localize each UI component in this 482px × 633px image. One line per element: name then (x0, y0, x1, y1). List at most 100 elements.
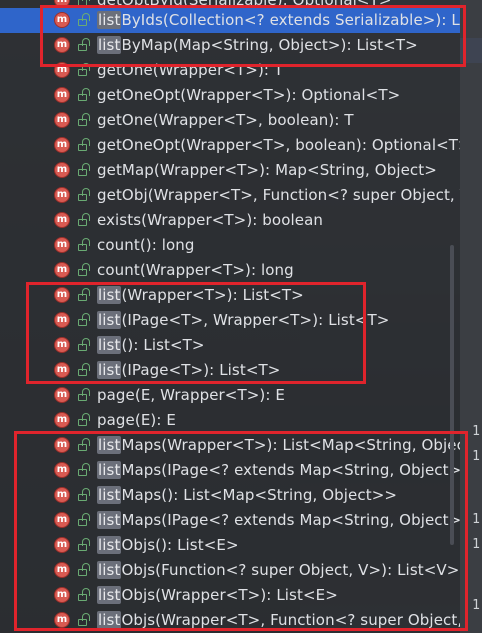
method-icon: m (54, 512, 70, 528)
completion-item-signature: listByIds(Collection<? extends Serializa… (97, 11, 460, 29)
signature-text: getOne(Wrapper<T>): T (97, 61, 284, 79)
completion-item-signature: list(Wrapper<T>): List<T> (97, 286, 304, 304)
public-lock-icon (77, 538, 91, 552)
method-icon: m (54, 387, 70, 403)
public-lock-icon (77, 63, 91, 77)
method-icon: m (54, 112, 70, 128)
public-lock-icon (77, 438, 91, 452)
completion-item[interactable]: m getOneOpt(Wrapper<T>, boolean): Optiona… (0, 133, 460, 158)
public-lock-icon (77, 113, 91, 127)
line-number: 1 (472, 512, 480, 527)
completion-item[interactable]: m count(Wrapper<T>): long (0, 258, 460, 283)
completion-item-signature: getOneOpt(Wrapper<T>): Optional<T> (97, 86, 400, 104)
completion-item[interactable]: m listMaps(Wrapper<T>): List<Map<String, … (0, 433, 460, 458)
match-highlight: list (97, 436, 122, 454)
completion-item[interactable]: m count(): long (0, 233, 460, 258)
method-icon: m (54, 87, 70, 103)
completion-item-signature: getOne(Wrapper<T>, boolean): T (97, 111, 354, 129)
method-icon: m (54, 287, 70, 303)
signature-text: (): List<T> (121, 336, 205, 354)
signature-text: (Wrapper<T>): List<T> (121, 286, 304, 304)
signature-text: Objs(Wrapper<T>): List<E> (121, 586, 338, 604)
public-lock-icon (77, 463, 91, 477)
signature-text: Objs(Wrapper<T>, Function<? super Object… (121, 611, 460, 629)
method-icon: m (54, 312, 70, 328)
public-lock-icon (77, 88, 91, 102)
public-lock-icon (77, 588, 91, 602)
completion-item[interactable]: m listMaps(IPage<? extends Map<String, Ob… (0, 508, 460, 533)
method-icon: m (54, 412, 70, 428)
public-lock-icon (77, 0, 91, 7)
signature-text: (IPage<T>, Wrapper<T>): List<T> (121, 311, 390, 329)
completion-item[interactable]: m listMaps(): List<Map<String, Object>> (0, 483, 460, 508)
completion-item[interactable]: m exists(Wrapper<T>): boolean (0, 208, 460, 233)
method-icon: m (54, 237, 70, 253)
completion-popup[interactable]: m getOptById(Serializable): Optional<T> … (0, 0, 460, 633)
signature-text: getMap(Wrapper<T>): Map<String, Object> (97, 161, 437, 179)
completion-item[interactable]: m listObjs(): List<E> (0, 533, 460, 558)
signature-text: Maps(IPage<? extends Map<String, Object>… (121, 511, 460, 529)
match-highlight: list (97, 286, 122, 304)
completion-item[interactable]: m getObj(Wrapper<T>, Function<? super Obj… (0, 183, 460, 208)
completion-item-signature: listMaps(): List<Map<String, Object>> (97, 486, 397, 504)
method-icon: m (54, 37, 70, 53)
match-highlight: list (97, 336, 122, 354)
match-highlight: list (97, 511, 122, 529)
signature-text: page(E): E (97, 411, 176, 429)
completion-item[interactable]: m getOne(Wrapper<T>, boolean): T (0, 108, 460, 133)
signature-text: (IPage<T>): List<T> (121, 361, 281, 379)
completion-item[interactable]: m list(IPage<T>): List<T> (0, 358, 460, 383)
method-icon: m (54, 537, 70, 553)
match-highlight: list (97, 486, 122, 504)
completion-item-signature: count(Wrapper<T>): long (97, 261, 294, 279)
completion-item-signature: listMaps(Wrapper<T>): List<Map<String, O… (97, 436, 460, 454)
completion-item[interactable]: m listMaps(IPage<? extends Map<String, Ob… (0, 458, 460, 483)
signature-text: exists(Wrapper<T>): boolean (97, 211, 323, 229)
method-icon: m (54, 612, 70, 628)
method-icon: m (54, 487, 70, 503)
public-lock-icon (77, 613, 91, 627)
completion-item[interactable]: m listByIds(Collection<? extends Serializ… (0, 8, 460, 33)
completion-item[interactable]: m getOne(Wrapper<T>): T (0, 58, 460, 83)
completion-item-signature: listObjs(Wrapper<T>): List<E> (97, 586, 338, 604)
completion-item-signature: exists(Wrapper<T>): boolean (97, 211, 323, 229)
line-number: 1 (472, 424, 480, 439)
method-icon: m (54, 187, 70, 203)
signature-text: Maps(Wrapper<T>): List<Map<String, Objec… (121, 436, 460, 454)
completion-item[interactable]: m listObjs(Wrapper<T>, Function<? super O… (0, 608, 460, 633)
completion-item[interactable]: m page(E): E (0, 408, 460, 433)
public-lock-icon (77, 138, 91, 152)
match-highlight: list (97, 311, 122, 329)
public-lock-icon (77, 488, 91, 502)
public-lock-icon (77, 413, 91, 427)
completion-item[interactable]: m list(Wrapper<T>): List<T> (0, 283, 460, 308)
completion-item[interactable]: m getOneOpt(Wrapper<T>): Optional<T> (0, 83, 460, 108)
signature-text: Objs(): List<E> (121, 536, 239, 554)
completion-item[interactable]: m page(E, Wrapper<T>): E (0, 383, 460, 408)
completion-item[interactable]: m list(): List<T> (0, 333, 460, 358)
public-lock-icon (77, 238, 91, 252)
completion-item[interactable]: m listByMap(Map<String, Object>): List<T> (0, 33, 460, 58)
method-icon: m (54, 137, 70, 153)
signature-text: Objs(Function<? super Object, V>): List<… (121, 561, 460, 579)
completion-item-signature: list(): List<T> (97, 336, 205, 354)
method-icon: m (54, 362, 70, 378)
completion-item[interactable]: m getMap(Wrapper<T>): Map<String, Object> (0, 158, 460, 183)
completion-item[interactable]: m list(IPage<T>, Wrapper<T>): List<T> (0, 308, 460, 333)
line-number: 1 (472, 598, 480, 613)
completion-item[interactable]: m listObjs(Wrapper<T>): List<E> (0, 583, 460, 608)
match-highlight: list (97, 561, 122, 579)
completion-item[interactable]: m listObjs(Function<? super Object, V>): … (0, 558, 460, 583)
completion-item-signature: getObj(Wrapper<T>, Function<? super Obje… (97, 186, 460, 204)
popup-scrollbar[interactable] (450, 245, 454, 545)
public-lock-icon (77, 313, 91, 327)
line-number: 1 (472, 537, 480, 552)
completion-item-signature: page(E): E (97, 411, 176, 429)
match-highlight: list (97, 536, 122, 554)
public-lock-icon (77, 188, 91, 202)
method-icon: m (54, 437, 70, 453)
match-highlight: list (97, 461, 122, 479)
completion-item-signature: listMaps(IPage<? extends Map<String, Obj… (97, 461, 460, 479)
signature-text: count(Wrapper<T>): long (97, 261, 294, 279)
public-lock-icon (77, 388, 91, 402)
